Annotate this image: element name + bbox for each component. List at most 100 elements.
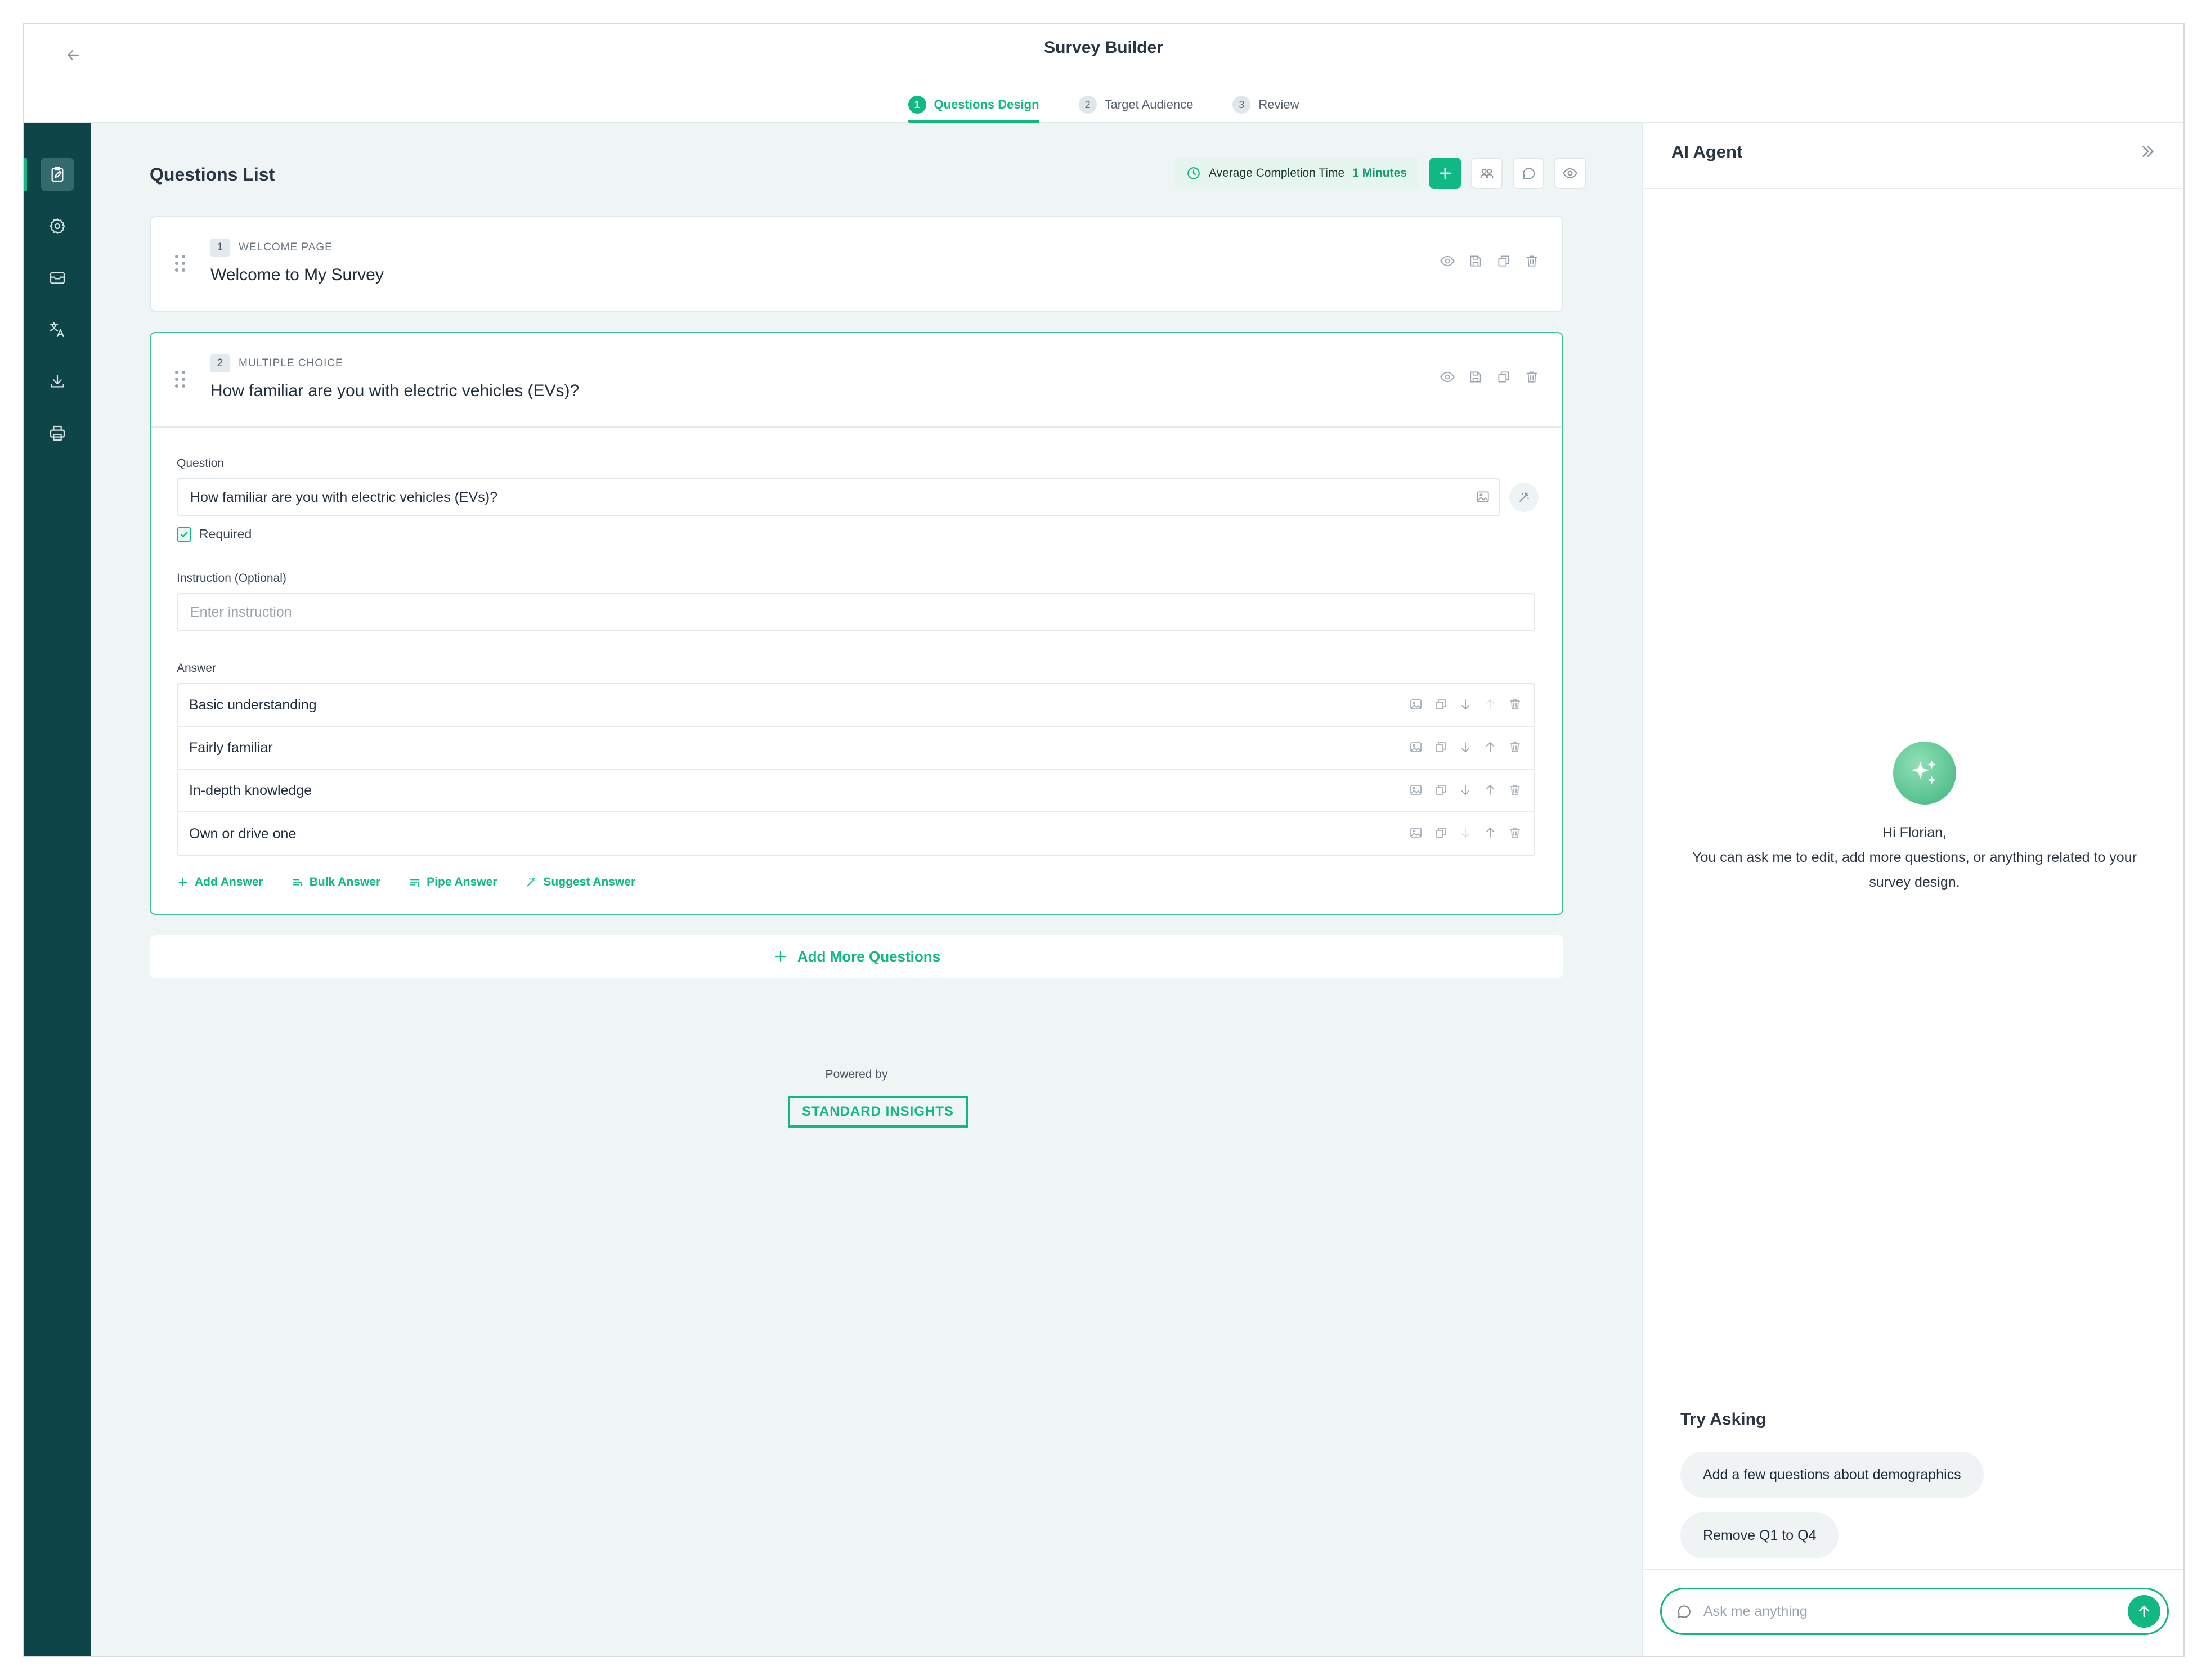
respondents-button[interactable]: [1471, 158, 1503, 189]
add-answer-button[interactable]: Add Answer: [177, 875, 263, 889]
users-icon: [1480, 169, 1494, 179]
question-title: How familiar are you with electric vehic…: [210, 381, 580, 400]
arrow-down-icon: [1461, 785, 1469, 796]
comments-button[interactable]: [1513, 158, 1544, 189]
pipe-answer-label: Pipe Answer: [427, 875, 497, 888]
answer-image-button[interactable]: [1409, 698, 1423, 711]
required-checkbox[interactable]: [177, 527, 191, 542]
check-icon: [180, 531, 188, 537]
sidebar-item-inbox[interactable]: [41, 261, 74, 295]
step-questions-design[interactable]: 1 Questions Design: [908, 89, 1039, 123]
send-button[interactable]: [2128, 1595, 2160, 1628]
question-card-1[interactable]: 1 WELCOME PAGE Welcome to My Survey: [150, 216, 1563, 312]
preview-button[interactable]: [1554, 158, 1586, 189]
sidebar-item-download[interactable]: [41, 365, 74, 398]
step-review[interactable]: 3 Review: [1232, 89, 1299, 120]
required-toggle[interactable]: Required: [177, 527, 252, 542]
sidebar-item-translate[interactable]: [41, 313, 74, 347]
delete-question-button[interactable]: [1524, 253, 1540, 269]
preview-question-button[interactable]: [1440, 369, 1455, 385]
image-icon: [1410, 699, 1422, 709]
move-up-button[interactable]: [1483, 740, 1497, 754]
clipboard-edit-icon: [51, 167, 64, 182]
answer-image-button[interactable]: [1409, 783, 1423, 797]
comment-icon: [1677, 1605, 1691, 1618]
save-question-button[interactable]: [1468, 253, 1483, 269]
step-label: Review: [1258, 97, 1299, 111]
answer-delete-button[interactable]: [1508, 783, 1522, 797]
move-down-button[interactable]: [1459, 698, 1472, 711]
answer-delete-button[interactable]: [1508, 740, 1522, 754]
sidebar-item-settings[interactable]: [41, 209, 74, 243]
step-number: 1: [908, 96, 926, 114]
sidebar-item-print[interactable]: [41, 416, 74, 450]
greeting-line-1: Hi Florian,: [1882, 825, 1947, 841]
drag-handle-icon[interactable]: [173, 369, 187, 389]
sidebar-item-questions[interactable]: [41, 158, 74, 191]
add-more-questions-button[interactable]: Add More Questions: [150, 935, 1563, 978]
eye-icon: [1440, 371, 1455, 383]
suggest-answer-label: Suggest Answer: [543, 875, 636, 888]
answer-duplicate-button[interactable]: [1434, 826, 1447, 839]
suggestion-chip[interactable]: Add a few questions about demographics: [1680, 1452, 1984, 1498]
image-icon: [1477, 491, 1489, 502]
move-down-button[interactable]: [1459, 740, 1472, 754]
answer-image-button[interactable]: [1409, 740, 1423, 754]
pipe-answer-button[interactable]: Pipe Answer: [409, 875, 497, 889]
answer-delete-button[interactable]: [1508, 826, 1522, 839]
question-title: Welcome to My Survey: [210, 266, 384, 284]
eye-icon: [1440, 255, 1455, 267]
suggestion-chip[interactable]: Remove Q1 to Q4: [1680, 1512, 1839, 1558]
magic-wand-icon: [527, 877, 536, 887]
answer-actions: [1409, 698, 1522, 711]
sidebar-nav: [24, 123, 91, 1656]
move-up-button[interactable]: [1483, 783, 1497, 797]
move-up-button[interactable]: [1483, 826, 1497, 839]
question-text-input[interactable]: How familiar are you with electric vehic…: [177, 478, 1500, 516]
bulk-answer-button[interactable]: Bulk Answer: [292, 875, 380, 889]
answer-image-button[interactable]: [1409, 826, 1423, 839]
agent-header: AI Agent: [1643, 123, 2183, 189]
delete-question-button[interactable]: [1524, 369, 1540, 385]
answer-option[interactable]: Fairly familiar: [178, 727, 1534, 770]
save-icon: [1470, 371, 1481, 383]
insert-image-button[interactable]: [1476, 489, 1490, 508]
question-type-tag: 2 MULTIPLE CHOICE: [210, 354, 343, 372]
answer-option[interactable]: In-depth knowledge: [178, 770, 1534, 812]
suggest-answer-button[interactable]: Suggest Answer: [525, 875, 635, 889]
answer-duplicate-button[interactable]: [1434, 740, 1447, 754]
ask-input[interactable]: Ask me anything: [1660, 1588, 2169, 1635]
question-header: 1 WELCOME PAGE Welcome to My Survey: [151, 217, 1562, 311]
question-editor: Question How familiar are you with elect…: [151, 426, 1562, 916]
answer-duplicate-button[interactable]: [1434, 698, 1447, 711]
question-actions: [1440, 369, 1540, 385]
app-title: Survey Builder: [1044, 38, 1163, 57]
arrow-down-icon: [1461, 699, 1469, 710]
collapse-panel-button[interactable]: [2138, 142, 2158, 164]
trash-icon: [1510, 742, 1520, 752]
copy-icon: [1436, 785, 1446, 795]
save-question-button[interactable]: [1468, 369, 1483, 385]
instruction-input[interactable]: Enter instruction: [177, 593, 1535, 631]
preview-question-button[interactable]: [1440, 253, 1455, 269]
answer-delete-button[interactable]: [1508, 698, 1522, 711]
add-question-button[interactable]: [1429, 158, 1461, 189]
answer-option[interactable]: Basic understanding: [178, 684, 1534, 727]
arrow-down-icon: [1461, 742, 1469, 753]
ai-rewrite-button[interactable]: [1509, 483, 1539, 512]
gear-icon: [49, 218, 66, 235]
eye-icon: [1563, 168, 1577, 179]
duplicate-question-button[interactable]: [1496, 253, 1512, 269]
step-target-audience[interactable]: 2 Target Audience: [1078, 89, 1193, 120]
main-content: Questions List Average Completion Time 1…: [91, 123, 1642, 1656]
question-card-2[interactable]: 2 MULTIPLE CHOICE How familiar are you w…: [150, 332, 1563, 915]
answer-actions: [1409, 783, 1522, 797]
answer-actions: [1409, 826, 1522, 839]
agent-greeting: Hi Florian, You can ask me to edit, add …: [1688, 820, 2141, 895]
move-down-button[interactable]: [1459, 783, 1472, 797]
duplicate-question-button[interactable]: [1496, 369, 1512, 385]
answer-option[interactable]: Own or drive one: [178, 812, 1534, 855]
drag-handle-icon[interactable]: [173, 253, 187, 273]
stepper: 1 Questions Design 2 Target Audience 3 R…: [24, 89, 2183, 123]
answer-duplicate-button[interactable]: [1434, 783, 1447, 797]
